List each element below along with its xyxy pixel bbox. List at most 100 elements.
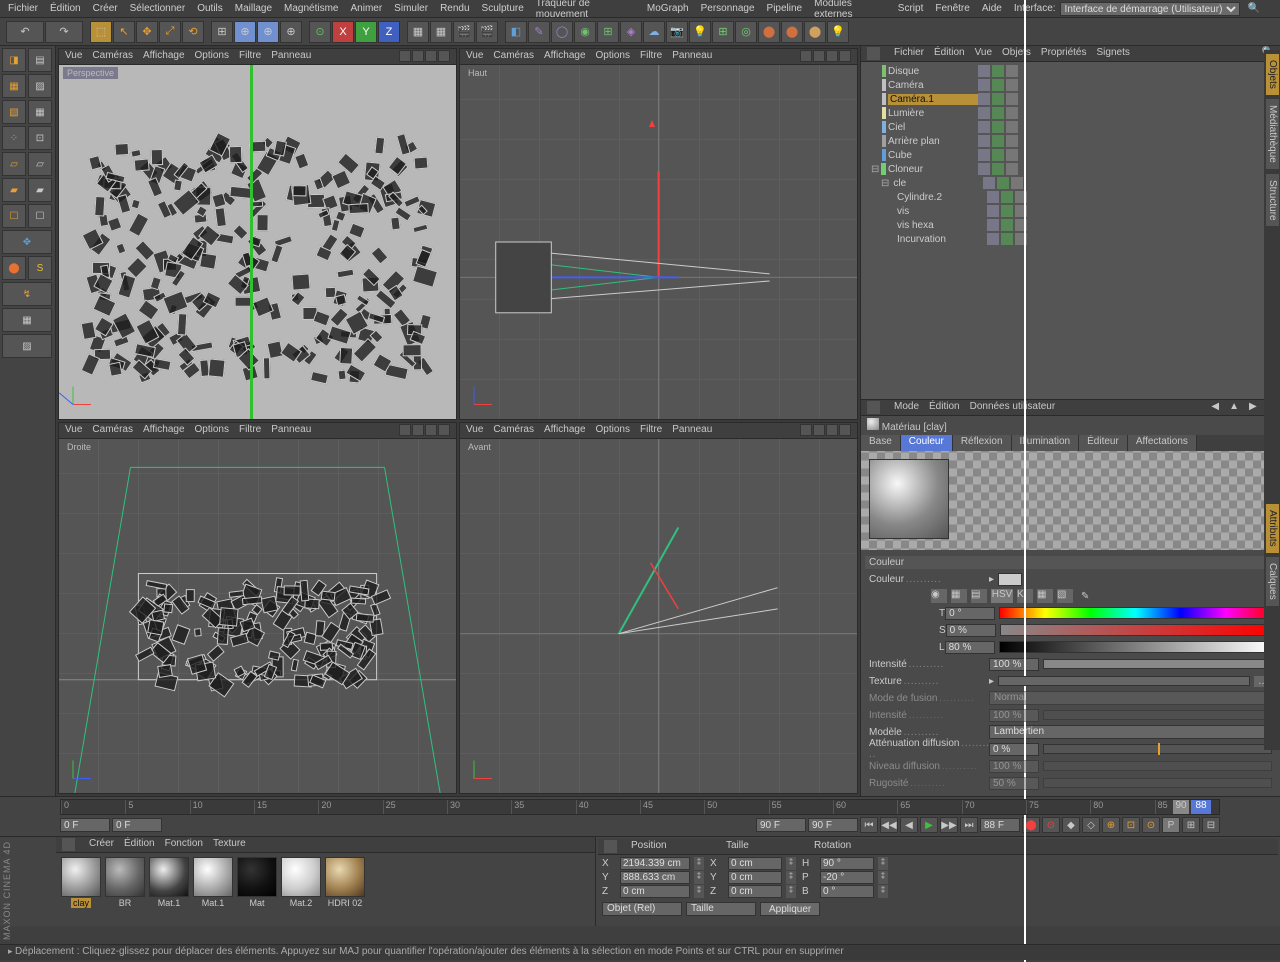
tab-affectations[interactable]: Affectations (1128, 435, 1197, 451)
object-tree[interactable]: DisqueCaméraCaméra.1LumièreCielArrière p… (861, 62, 1280, 399)
menu-item[interactable]: MoGraph (647, 3, 689, 14)
vp-menu-item[interactable]: Filtre (640, 424, 662, 437)
diffuse-falloff-input[interactable] (989, 743, 1039, 756)
model-mode-icon[interactable]: ▦ (2, 74, 26, 98)
x-axis-icon[interactable]: X (332, 21, 354, 43)
object-row[interactable]: Incurvation (863, 232, 1278, 246)
menu-item[interactable]: Objets (1002, 47, 1031, 60)
key-scale-icon[interactable]: ⊡ (1122, 817, 1140, 833)
menu-item[interactable]: Édition (50, 3, 81, 14)
end-marker[interactable]: 90 (1173, 800, 1189, 814)
object-row[interactable]: vis hexa (863, 218, 1278, 232)
material-preview[interactable] (869, 459, 949, 539)
effector-icon[interactable]: ◎ (735, 21, 757, 43)
vp-nav-icon[interactable] (412, 50, 424, 62)
picker-icon[interactable]: ▧ (1057, 589, 1073, 603)
picker-icon[interactable]: ▦ (1037, 589, 1053, 603)
tab-reflexion[interactable]: Réflexion (953, 435, 1012, 451)
pen-tool-icon[interactable]: ✎ (528, 21, 550, 43)
vp-menu-item[interactable]: Affichage (544, 50, 586, 63)
tab-base[interactable]: Base (861, 435, 901, 451)
vp-nav-icon[interactable] (826, 50, 838, 62)
vp-menu-item[interactable]: Caméras (92, 50, 133, 63)
viewport-top[interactable]: VueCamérasAffichageOptionsFiltrePanneau … (459, 48, 858, 420)
material-thumbnail[interactable]: HDRI 02 (324, 857, 366, 908)
panel-icon[interactable] (867, 401, 880, 414)
make-editable-icon[interactable]: ◨ (2, 48, 26, 72)
cube-primitive-icon[interactable]: ◧ (505, 21, 527, 43)
interface-dropdown[interactable]: Interface de démarrage (Utilisateur) (1060, 2, 1240, 16)
menu-item[interactable]: Sélectionner (130, 3, 186, 14)
menu-item[interactable]: Personnage (701, 3, 755, 14)
move-tool-icon[interactable]: ✥ (136, 21, 158, 43)
vp-menu-item[interactable]: Caméras (493, 424, 534, 437)
frame-rate-display[interactable] (980, 818, 1020, 832)
material-thumbnail[interactable]: clay (60, 857, 102, 908)
picker-hsv-button[interactable]: HSV (991, 589, 1013, 603)
vp-menu-item[interactable]: Caméras (92, 424, 133, 437)
vp-nav-icon[interactable] (425, 50, 437, 62)
vp-nav-icon[interactable] (425, 424, 437, 436)
key-icon[interactable]: ◆ (1062, 817, 1080, 833)
key-rot-icon[interactable]: ⊙ (1142, 817, 1160, 833)
autokey-icon[interactable]: ⊙ (1042, 817, 1060, 833)
coord-mode-dropdown[interactable]: Objet (Rel) (602, 902, 682, 916)
panel-icon[interactable] (604, 840, 617, 853)
render-pv-icon[interactable]: 🎬 (453, 21, 475, 43)
menu-item[interactable]: Simuler (394, 3, 428, 14)
dynamics-tag-icon[interactable]: ⬤ (758, 21, 780, 43)
select-tool-icon[interactable]: ↖ (113, 21, 135, 43)
object-row[interactable]: Caméra (863, 78, 1278, 92)
snap3-icon[interactable]: ▰ (28, 178, 52, 202)
material-thumbnail[interactable]: Mat (236, 857, 278, 908)
uv-points-icon[interactable]: ☐ (2, 204, 26, 228)
menu-item[interactable]: Pipeline (767, 3, 803, 14)
key-param-icon[interactable]: P (1162, 817, 1180, 833)
menu-item[interactable]: Signets (1097, 47, 1130, 60)
side-tab[interactable]: Structure (1266, 174, 1279, 227)
coord-input[interactable] (728, 871, 782, 884)
object-row[interactable]: vis (863, 204, 1278, 218)
vp-menu-item[interactable]: Panneau (672, 50, 712, 63)
vp-menu-item[interactable]: Vue (65, 50, 82, 63)
intensity-slider[interactable] (1043, 659, 1272, 669)
panel-icon[interactable] (62, 838, 75, 851)
texture-slot[interactable] (998, 676, 1250, 686)
picker-icon[interactable]: ◉ (931, 589, 947, 603)
environment-icon[interactable]: ☁ (643, 21, 665, 43)
menu-item[interactable]: Données utilisateur (970, 401, 1056, 414)
menu-item[interactable]: Fichier (894, 47, 924, 60)
sat-slider[interactable] (1000, 624, 1272, 636)
vp-menu-item[interactable]: Panneau (672, 424, 712, 437)
arrow-icon[interactable]: ▸ (989, 676, 994, 687)
tab-editeur[interactable]: Éditeur (1079, 435, 1128, 451)
playhead[interactable]: 88 (1191, 800, 1211, 814)
preview-start-input[interactable] (112, 818, 162, 832)
y-axis-icon[interactable]: Y (355, 21, 377, 43)
material-thumbnail[interactable]: Mat.1 (192, 857, 234, 908)
planar-workplane-icon[interactable]: ▨ (2, 334, 52, 358)
sat-input[interactable] (946, 624, 996, 637)
key-pla-icon[interactable]: ⊞ (1182, 817, 1200, 833)
vp-nav-icon[interactable] (399, 50, 411, 62)
lock-xy-icon[interactable]: ⊕ (234, 21, 256, 43)
apply-button[interactable]: Appliquer (760, 902, 820, 916)
object-row[interactable]: ⊟Cloneur (863, 162, 1278, 176)
coord-input[interactable] (728, 857, 782, 870)
menu-item[interactable]: Fonction (165, 838, 203, 851)
color-swatch[interactable] (998, 573, 1022, 586)
object-row[interactable]: Arrière plan (863, 134, 1278, 148)
menu-item[interactable]: Créer (89, 838, 114, 851)
polygons-mode-icon[interactable]: ▰ (2, 178, 26, 202)
hue-input[interactable] (945, 607, 995, 620)
vp-nav-icon[interactable] (826, 424, 838, 436)
goto-end-icon[interactable]: ⏭ (960, 817, 978, 833)
picker-icon[interactable]: ▦ (951, 589, 967, 603)
play-back-icon[interactable]: ◀ (900, 817, 918, 833)
menu-item[interactable]: Aide (982, 3, 1002, 14)
eyedropper-icon[interactable]: ✎ (1081, 591, 1089, 602)
object-mode-icon[interactable]: ▦ (28, 100, 52, 124)
menu-item[interactable]: Rendu (440, 3, 469, 14)
snap2-icon[interactable]: ▱ (28, 152, 52, 176)
side-tab[interactable]: Médiathèque (1266, 99, 1279, 169)
